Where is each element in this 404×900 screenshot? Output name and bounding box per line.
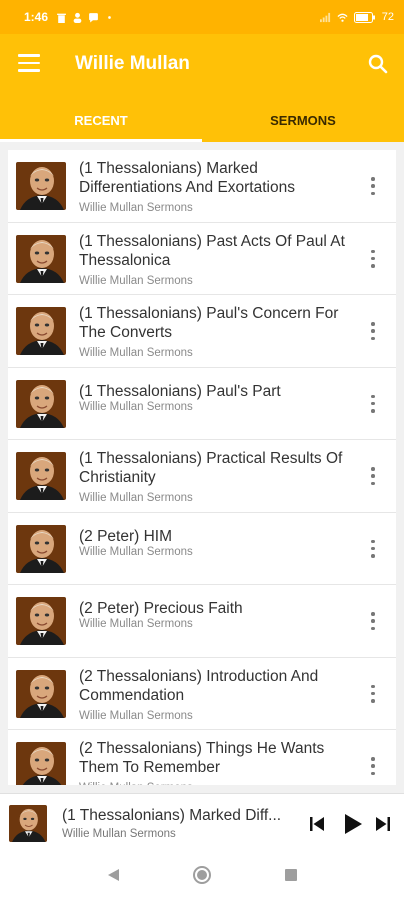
skip-next-icon[interactable] [374, 815, 392, 833]
sermon-title: (2 Thessalonians) Things He Wants Them T… [79, 740, 325, 776]
more-vert-icon[interactable] [366, 757, 380, 775]
list-item[interactable]: (2 Peter) HIM Willie Mullan Sermons [8, 512, 396, 585]
list-item[interactable]: (2 Peter) Precious Faith Willie Mullan Se… [8, 585, 396, 658]
sermon-subtitle: Willie Mullan Sermons [79, 492, 193, 504]
sermon-subtitle: Willie Mullan Sermons [79, 202, 193, 214]
player-title: (1 Thessalonians) Marked Diff... [62, 807, 282, 824]
sermon-title: (2 Thessalonians) Introduction And Comme… [79, 667, 319, 704]
list-item[interactable]: (1 Thessalonians) Past Acts Of Paul At T… [8, 222, 396, 295]
player-thumbnail [9, 805, 47, 842]
battery-level: 72 [381, 11, 394, 23]
list-item[interactable]: (1 Thessalonians) Marked Differentiation… [8, 150, 396, 223]
app-title: Willie Mullan [75, 53, 190, 74]
message-icon [89, 12, 98, 22]
sermon-thumbnail [16, 524, 66, 573]
sermon-title: (2 Peter) Precious Faith [79, 600, 243, 617]
more-vert-icon[interactable] [366, 539, 380, 558]
sermon-thumbnail [16, 742, 66, 785]
sermon-title: (1 Thessalonians) Paul's Concern For The… [79, 305, 339, 341]
system-nav-bar [0, 853, 404, 900]
sermon-thumbnail [16, 669, 66, 718]
sermon-list[interactable]: (1 Thessalonians) Marked Differentiation… [8, 150, 396, 785]
sermon-subtitle: Willie Mullan Sermons [79, 709, 193, 722]
more-vert-icon[interactable] [366, 249, 380, 268]
sermon-thumbnail [16, 234, 66, 283]
sermon-title: (2 Peter) HIM [79, 527, 173, 545]
trash-icon [57, 13, 66, 23]
sermon-subtitle: Willie Mullan Sermons [79, 400, 193, 413]
search-icon[interactable] [366, 52, 390, 76]
play-icon[interactable] [340, 812, 364, 836]
app-bar: Willie Mullan [0, 34, 404, 98]
tab-bar: RECENT SERMONS [0, 98, 404, 142]
more-vert-icon[interactable] [366, 612, 380, 630]
sermon-subtitle: Willie Mullan Sermons [79, 618, 193, 630]
list-item[interactable]: (2 Thessalonians) Things He Wants Them T… [8, 730, 396, 785]
player-subtitle: Willie Mullan Sermons [62, 828, 176, 840]
more-vert-icon[interactable] [366, 467, 380, 485]
list-item[interactable]: (1 Thessalonians) Paul's Concern For The… [8, 295, 396, 368]
sermon-thumbnail [16, 452, 66, 500]
sermon-thumbnail [16, 379, 66, 428]
sermon-title: (1 Thessalonians) Practical Results Of C… [79, 450, 343, 486]
home-icon[interactable] [192, 865, 212, 885]
mini-player[interactable]: (1 Thessalonians) Marked Diff... Willie … [0, 793, 404, 853]
recents-icon[interactable] [284, 868, 298, 882]
person-icon [73, 12, 82, 23]
status-bar: 1:46 72 [0, 0, 404, 34]
sermon-thumbnail [16, 307, 66, 355]
back-icon[interactable] [106, 867, 122, 883]
skip-previous-icon[interactable] [308, 815, 326, 833]
sermon-subtitle: Willie Mullan Sermons [79, 782, 193, 785]
sermon-subtitle: Willie Mullan Sermons [79, 545, 193, 558]
sermon-subtitle: Willie Mullan Sermons [79, 347, 193, 359]
menu-icon[interactable] [18, 54, 40, 74]
sermon-thumbnail [16, 597, 66, 645]
list-item[interactable]: (1 Thessalonians) Practical Results Of C… [8, 440, 396, 513]
tab-recent[interactable]: RECENT [0, 98, 202, 142]
dot-icon [108, 15, 111, 19]
signal-icon [319, 12, 330, 22]
sermon-thumbnail [16, 162, 66, 210]
more-vert-icon[interactable] [366, 177, 380, 195]
more-vert-icon[interactable] [366, 322, 380, 340]
sermon-title: (1 Thessalonians) Past Acts Of Paul At T… [79, 232, 345, 269]
tab-sermons[interactable]: SERMONS [202, 98, 404, 142]
sermon-subtitle: Willie Mullan Sermons [79, 274, 193, 287]
more-vert-icon[interactable] [366, 684, 380, 703]
battery-icon [353, 11, 375, 23]
status-time: 1:46 [24, 10, 49, 24]
list-item[interactable]: (1 Thessalonians) Paul's Part Willie Mull… [8, 367, 396, 440]
sermon-title: (1 Thessalonians) Paul's Part [79, 382, 281, 400]
more-vert-icon[interactable] [366, 394, 380, 413]
wifi-icon [337, 13, 348, 22]
list-item[interactable]: (2 Thessalonians) Introduction And Comme… [8, 657, 396, 730]
sermon-title: (1 Thessalonians) Marked Differentiation… [79, 160, 295, 196]
